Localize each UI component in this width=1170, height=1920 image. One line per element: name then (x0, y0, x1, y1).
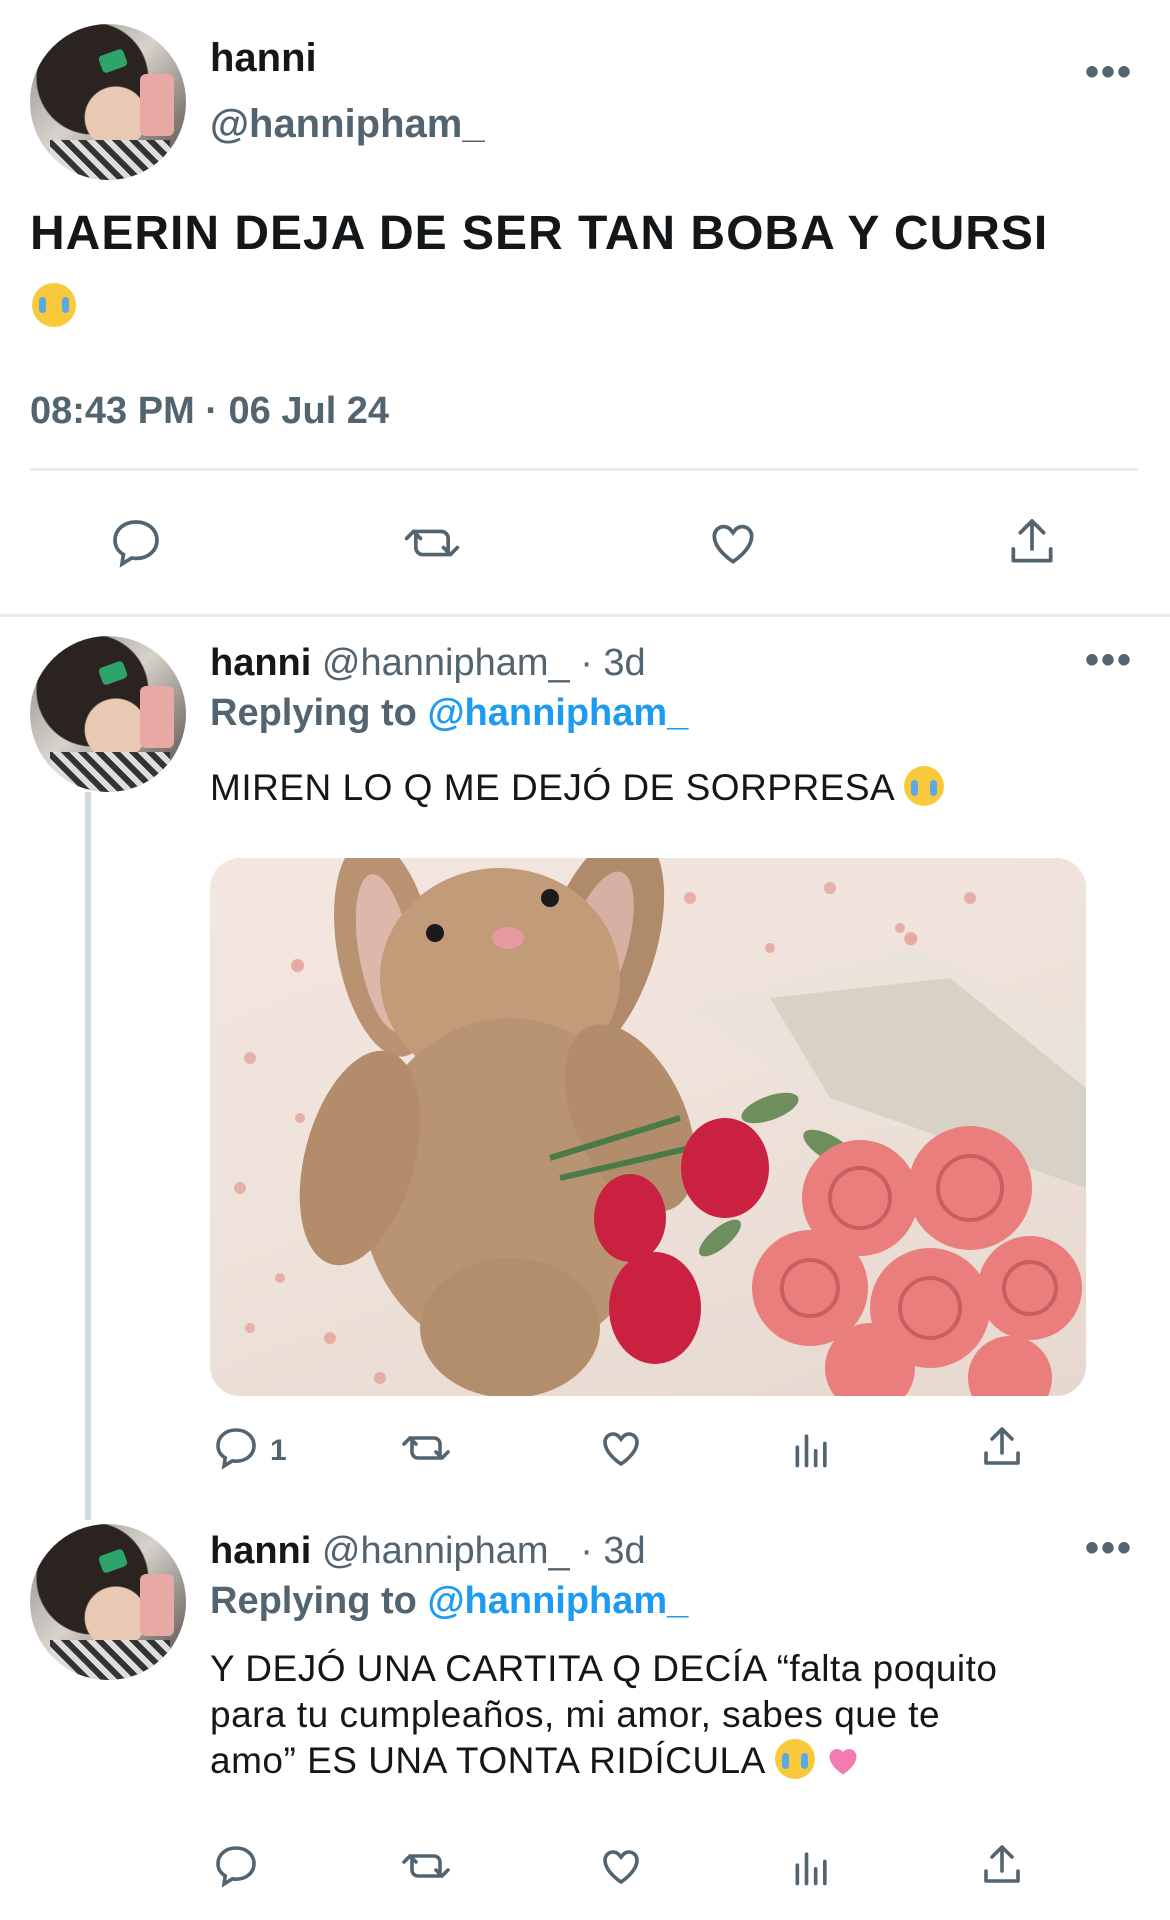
tweet-text: HAERIN DEJA DE SER TAN BOBA Y CURSI (30, 206, 1140, 261)
avatar[interactable] (30, 636, 186, 792)
author-handle[interactable]: @hannipham_ (322, 1530, 570, 1572)
more-options-icon[interactable]: ••• (1085, 638, 1133, 683)
reply-text: Y DEJÓ UNA CARTITA Q DECÍA “falta poquit… (210, 1646, 1140, 1784)
share-icon[interactable] (978, 1422, 1026, 1472)
replying-to-mention[interactable]: @hannipham_ (427, 692, 688, 734)
like-icon[interactable] (596, 1842, 646, 1890)
retweet-icon[interactable] (402, 515, 462, 571)
reply-age: · 3d (580, 642, 646, 684)
reply-header: hanni @hannipham_ · 3d (210, 1530, 646, 1573)
more-options-icon[interactable]: ••• (1085, 50, 1133, 95)
reply-header: hanni @hannipham_ · 3d (210, 642, 646, 685)
reply-icon[interactable] (212, 1842, 260, 1890)
share-icon[interactable] (1004, 513, 1060, 571)
retweet-icon[interactable] (400, 1842, 452, 1890)
reply-text-line: Y DEJÓ UNA CARTITA Q DECÍA “falta poquit… (210, 1648, 998, 1689)
replying-prefix: Replying to (210, 1580, 417, 1622)
reply-text-line: para tu cumpleaños, mi amor, sabes que t… (210, 1694, 941, 1735)
analytics-icon[interactable] (790, 1426, 834, 1472)
reply-text: MIREN LO Q ME DEJÓ DE SORPRESA (210, 765, 944, 811)
avatar[interactable] (30, 1524, 186, 1680)
author-name[interactable]: hanni (210, 36, 317, 81)
replying-to: Replying to @hannipham_ (210, 692, 688, 735)
divider (0, 614, 1170, 617)
author-handle[interactable]: @hannipham_ (210, 102, 485, 147)
thread-line (85, 792, 91, 1520)
like-icon[interactable] (596, 1424, 646, 1472)
reply-age: · 3d (580, 1530, 646, 1572)
crying-emoji-icon (32, 283, 76, 327)
media-photo[interactable] (210, 858, 1086, 1396)
crying-emoji-icon (903, 766, 944, 806)
pink-heart-icon (829, 1749, 857, 1775)
like-icon[interactable] (704, 515, 762, 571)
reply-text-content: MIREN LO Q ME DEJÓ DE SORPRESA (210, 767, 894, 808)
tweet-text-content: HAERIN DEJA DE SER TAN BOBA Y CURSI (30, 207, 1049, 260)
more-options-icon[interactable]: ••• (1085, 1526, 1133, 1571)
tweet-timestamp[interactable]: 08:43 PM · 06 Jul 24 (30, 390, 389, 433)
reply-icon[interactable] (212, 1424, 260, 1472)
retweet-icon[interactable] (400, 1424, 452, 1472)
avatar[interactable] (30, 24, 186, 180)
reply-text-line-last: amo” ES UNA TONTA RIDÍCULA (210, 1738, 1140, 1784)
author-name[interactable]: hanni (210, 642, 311, 684)
replying-prefix: Replying to (210, 692, 417, 734)
analytics-icon[interactable] (790, 1844, 834, 1890)
divider (30, 468, 1138, 471)
share-icon[interactable] (978, 1840, 1026, 1890)
replying-to: Replying to @hannipham_ (210, 1580, 688, 1623)
replying-to-mention[interactable]: @hannipham_ (427, 1580, 688, 1622)
reply-icon[interactable] (108, 515, 164, 571)
reply-text-line: amo” ES UNA TONTA RIDÍCULA (210, 1740, 764, 1781)
crying-emoji-icon (774, 1739, 815, 1779)
author-handle[interactable]: @hannipham_ (322, 642, 570, 684)
photo-illustration (234, 858, 1086, 1396)
reply-count: 1 (270, 1434, 287, 1467)
author-name[interactable]: hanni (210, 1530, 311, 1572)
